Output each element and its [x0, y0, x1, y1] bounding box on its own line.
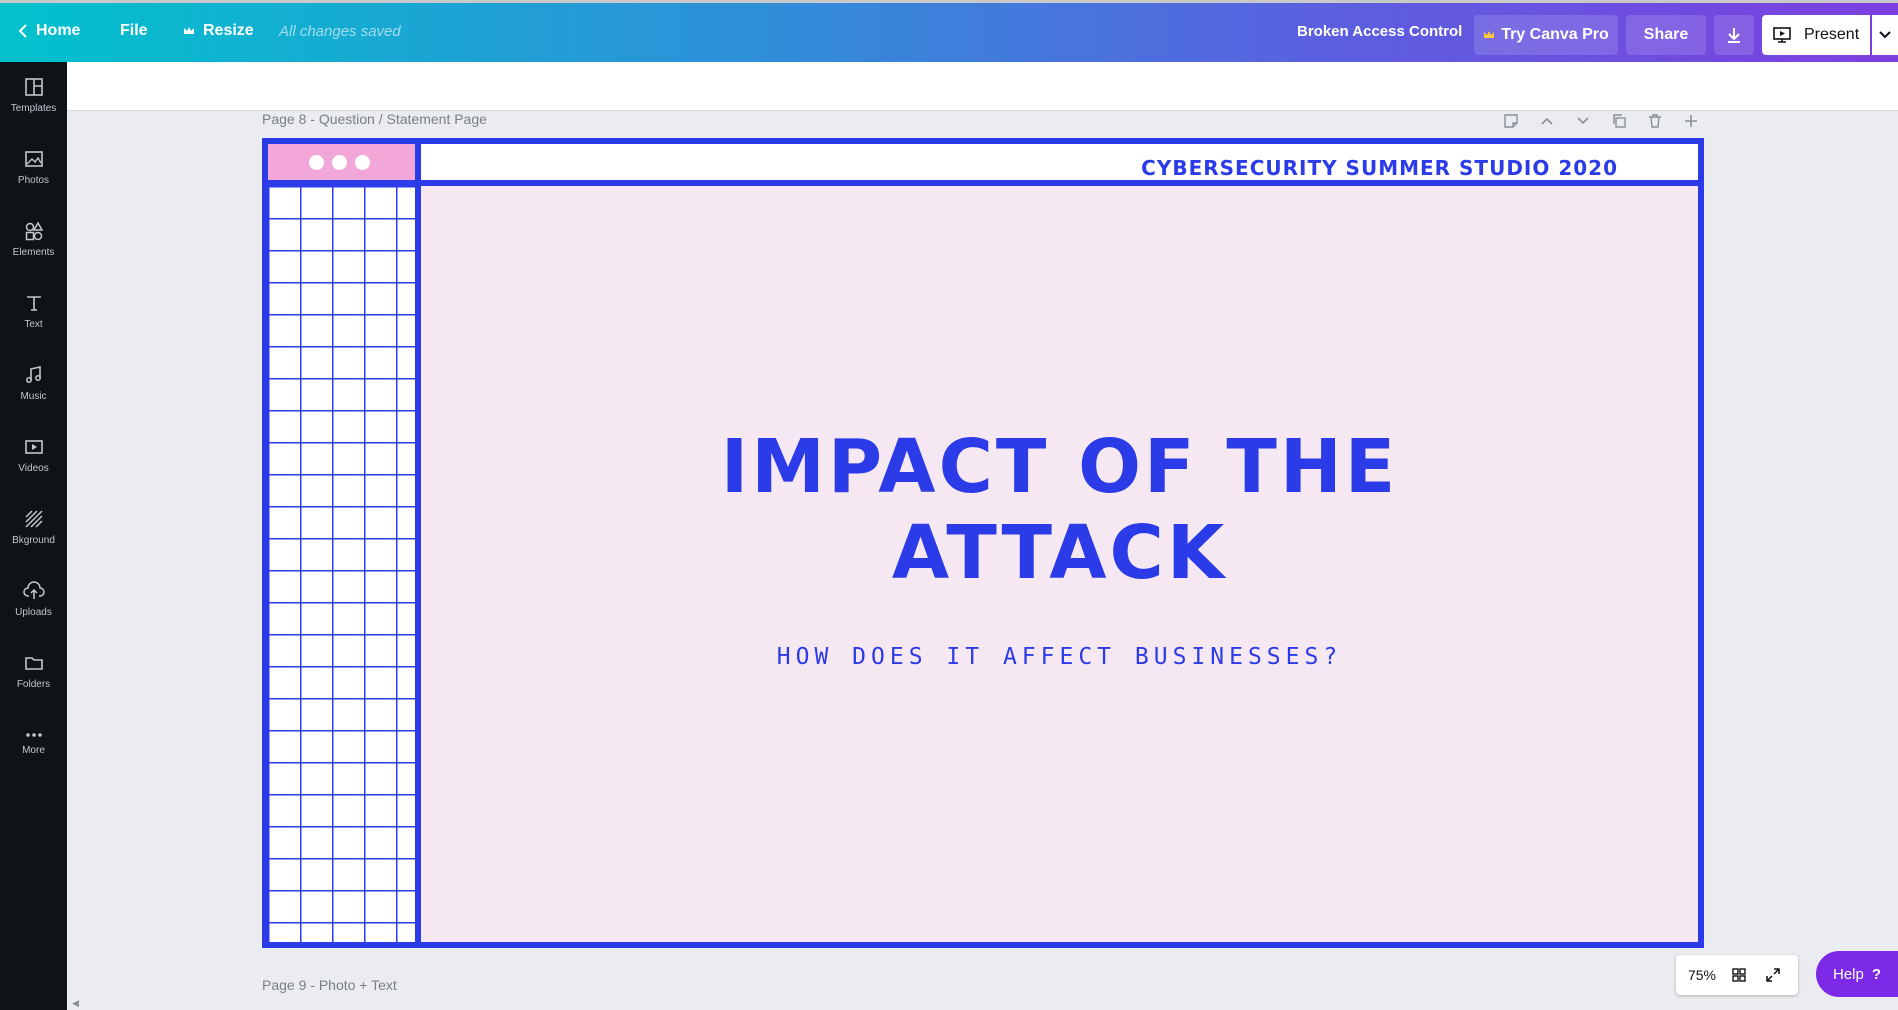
help-button[interactable]: Help ? [1816, 951, 1898, 997]
move-page-up-button[interactable] [1536, 110, 1558, 132]
crown-icon [184, 27, 194, 34]
sidebar-item-elements[interactable]: Elements [0, 206, 67, 272]
save-status: All changes saved [279, 0, 401, 62]
videos-icon [24, 439, 43, 454]
elements-icon [25, 220, 43, 240]
sidebar-item-background[interactable]: Bkground [0, 494, 67, 560]
crown-icon [1484, 31, 1495, 38]
resize-button[interactable]: Resize [183, 0, 254, 62]
folders-icon [24, 656, 43, 670]
resize-label: Resize [203, 22, 254, 39]
download-button[interactable] [1714, 15, 1754, 55]
present-label: Present [1804, 26, 1860, 43]
document-title-text: Broken Access Control [1297, 22, 1463, 40]
try-pro-label: Try Canva Pro [1501, 26, 1609, 43]
chevron-down-icon [1879, 31, 1891, 39]
background-icon [24, 509, 43, 528]
sidebar-item-music[interactable]: Music [0, 350, 67, 416]
sidebar-item-label: Bkground [12, 534, 55, 546]
sidebar-item-label: Text [24, 318, 43, 330]
slide-canvas[interactable]: CYBERSECURITY SUMMER STUDIO 2020 IMPACT … [262, 138, 1704, 948]
grid-icon [1732, 968, 1746, 982]
duplicate-icon [1613, 114, 1626, 128]
text-icon [26, 295, 41, 311]
slide-title-line-1: IMPACT OF THE [720, 424, 1399, 510]
slide-subtitle[interactable]: HOW DOES IT AFFECT BUSINESSES? [421, 644, 1698, 670]
sidebar-item-label: Photos [17, 174, 50, 186]
duplicate-page-button[interactable] [1608, 110, 1630, 132]
zoom-controls: 75% [1676, 955, 1798, 995]
delete-page-button[interactable] [1644, 110, 1666, 132]
sidebar-item-label: Uploads [15, 606, 52, 618]
home-button[interactable]: Home [18, 0, 80, 62]
sidebar-item-label: Templates [10, 102, 57, 114]
sidebar-item-text[interactable]: Text [0, 278, 67, 344]
fullscreen-button[interactable] [1756, 967, 1790, 983]
question-icon: ? [1871, 965, 1882, 983]
slide-title-line-2: ATTACK [891, 510, 1228, 596]
page-tools [1500, 110, 1702, 132]
music-icon [25, 365, 41, 383]
download-icon [1728, 28, 1740, 43]
sidebar-item-label: Elements [12, 246, 55, 258]
share-label: Share [1643, 26, 1689, 43]
top-bar: Home File Resize All changes saved Broke… [0, 0, 1898, 62]
page-8-label: Page 8 - Question / Statement Page [262, 111, 487, 127]
trash-icon [1649, 114, 1661, 128]
side-panel: Templates Photos Elements Text Music Vid… [0, 62, 67, 1010]
move-page-down-button[interactable] [1572, 110, 1594, 132]
try-canva-pro-button[interactable]: Try Canva Pro [1474, 15, 1618, 55]
add-note-button[interactable] [1500, 110, 1522, 132]
expand-icon [1766, 968, 1780, 982]
file-label: File [120, 22, 148, 39]
sidebar-item-photos[interactable]: Photos [0, 134, 67, 200]
templates-icon [24, 77, 43, 96]
file-menu[interactable]: File [120, 0, 148, 62]
plus-icon [1685, 115, 1697, 127]
save-status-text: All changes saved [279, 22, 401, 40]
add-page-button[interactable] [1680, 110, 1702, 132]
help-label: Help [1832, 965, 1864, 983]
present-icon [1773, 27, 1791, 43]
chevron-up-icon [1541, 117, 1553, 125]
chevron-down-icon [1577, 117, 1589, 125]
note-icon [1504, 114, 1518, 128]
sidebar-item-label: Videos [18, 462, 49, 474]
home-label: Home [36, 22, 81, 39]
sidebar-item-templates[interactable]: Templates [0, 62, 67, 128]
scroll-left-arrow-icon[interactable]: ◀ [72, 998, 79, 1009]
page-9-label: Page 9 - Photo + Text [262, 977, 397, 993]
editor-toolbar [67, 62, 1898, 111]
present-button[interactable]: Present [1762, 15, 1870, 55]
grid-view-button[interactable] [1722, 967, 1756, 983]
zoom-level[interactable]: 75% [1682, 967, 1722, 983]
share-button[interactable]: Share [1626, 15, 1706, 55]
sidebar-item-more[interactable]: More [0, 710, 67, 776]
photos-icon [24, 150, 43, 167]
sidebar-item-label: Folders [16, 678, 51, 690]
sidebar-item-videos[interactable]: Videos [0, 422, 67, 488]
present-dropdown[interactable] [1872, 15, 1898, 55]
sidebar-item-uploads[interactable]: Uploads [0, 566, 67, 632]
chevron-left-icon [18, 24, 27, 38]
sidebar-item-label: Music [20, 390, 47, 402]
sidebar-item-folders[interactable]: Folders [0, 638, 67, 704]
uploads-icon [22, 580, 45, 599]
slide-title[interactable]: IMPACT OF THE ATTACK [421, 424, 1698, 596]
more-icon [25, 732, 42, 737]
sidebar-item-label: More [22, 744, 45, 756]
document-title[interactable]: Broken Access Control [1297, 0, 1462, 62]
